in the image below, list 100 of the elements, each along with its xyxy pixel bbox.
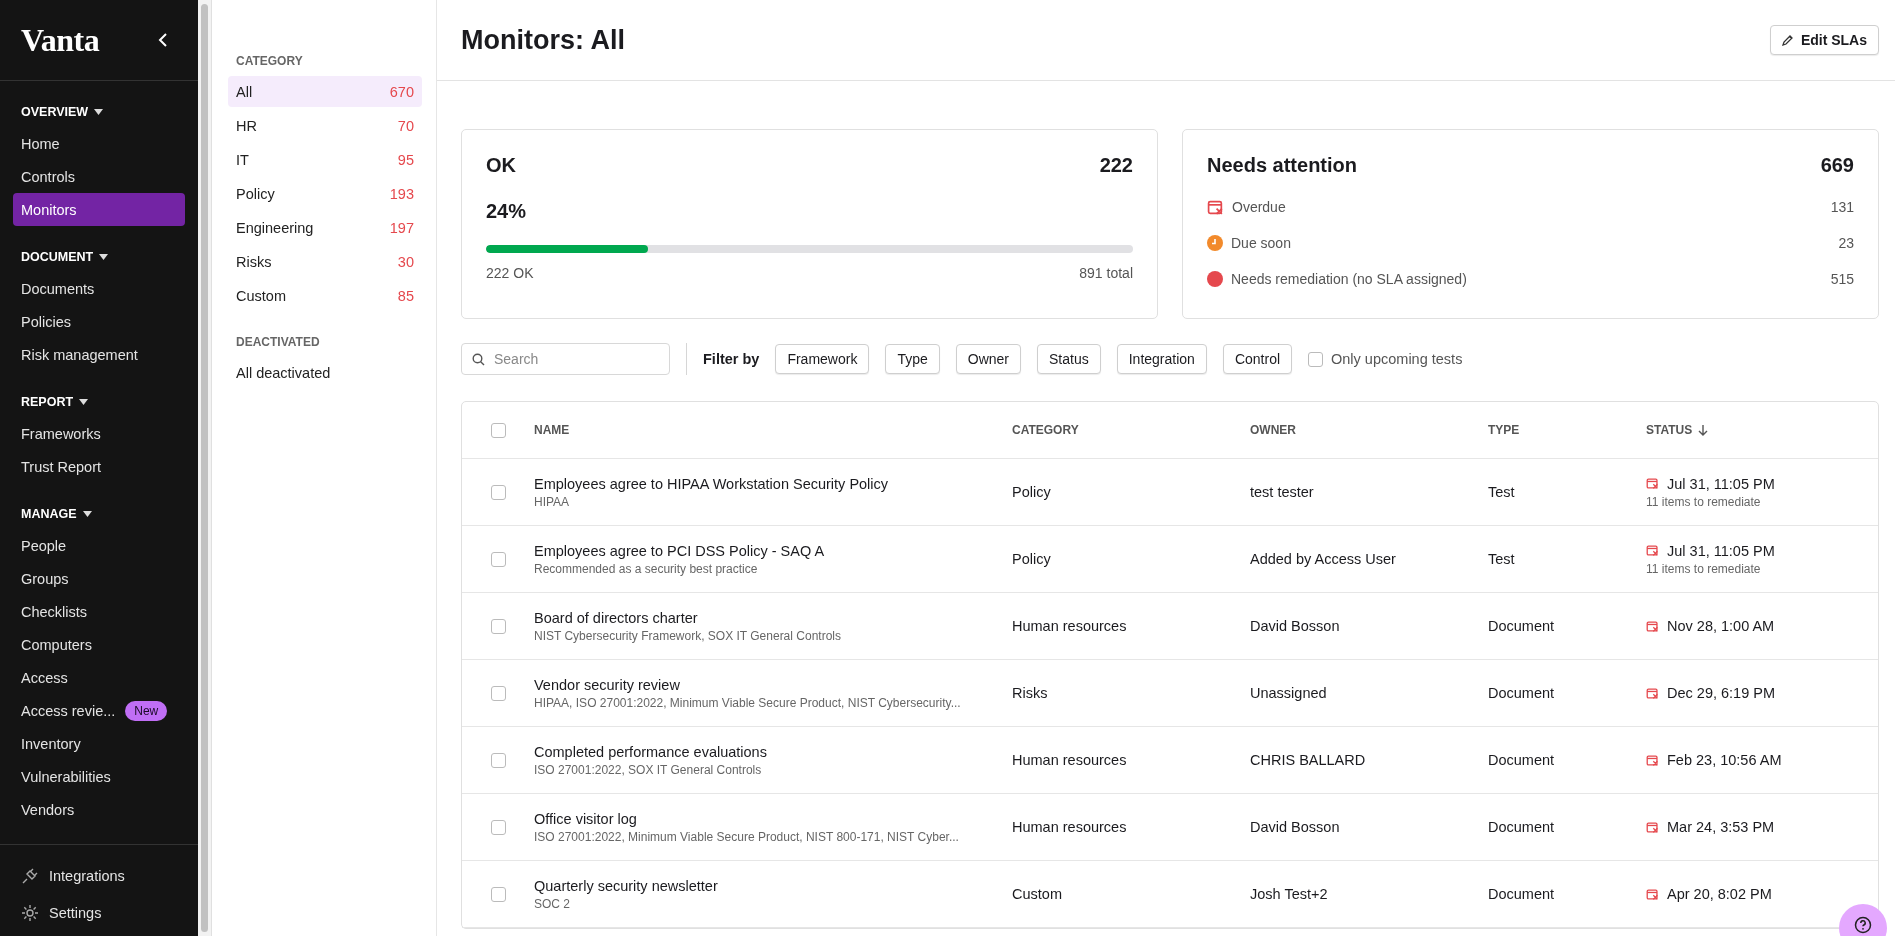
monitor-name[interactable]: Employees agree to PCI DSS Policy - SAQ A [534,542,1012,559]
nav-item[interactable]: Policies [13,305,185,338]
attention-count: 23 [1838,235,1854,251]
nav-item[interactable]: Vulnerabilities [13,760,185,793]
nav-item[interactable]: Trust Report [13,450,185,483]
status-date: Feb 23, 10:56 AM [1667,752,1782,768]
column-header[interactable]: TYPE [1488,423,1646,437]
category-count: 70 [397,117,414,134]
ok-percent: 24% [486,200,528,223]
category-item[interactable]: IT 95 [228,144,422,175]
monitor-name[interactable]: Employees agree to HIPAA Workstation Security Policy [534,475,1012,492]
owner-cell-text: CHRIS BALLARD [1250,752,1367,768]
column-header[interactable]: OWNER [1250,423,1488,437]
nav-item[interactable]: Computers [13,628,185,661]
monitor-name[interactable]: Completed performance evaluations [534,743,1012,760]
monitor-frameworks: ISO 27001:2022, Minimum Viable Secure Product, NIST 800-171, NIST Cyber... [534,829,960,844]
checkbox-label: Only upcoming tests [1331,351,1463,367]
group-title: DEACTIVATED [235,335,321,349]
section-title: REPORT [21,395,74,409]
attention-label: Overdue [1232,199,1286,215]
status-date: Mar 24, 3:53 PM [1667,819,1775,835]
filter-label: Filter by [703,351,760,367]
monitor-frameworks: HIPAA [534,494,571,509]
filter-button[interactable]: Status [1037,344,1101,374]
monitor-frameworks: Recommended as a security best practice [534,561,759,576]
category-item[interactable]: Policy 193 [228,178,422,209]
nav-item[interactable]: Home [13,127,185,160]
type-cell-text: Document [1488,819,1556,835]
category-cell-text: Human resources [1012,618,1128,634]
section-title: DOCUMENT [21,250,94,264]
monitor-name[interactable]: Office visitor log [534,810,1012,827]
type-cell-text: Document [1488,752,1556,768]
logo: Vanta [21,21,100,59]
nav-item[interactable]: Checklists [13,595,185,628]
column-header[interactable]: CATEGORY [1012,423,1250,437]
nav-item[interactable]: Integrations [13,859,185,892]
filter-button[interactable]: Control [1222,344,1293,374]
attention-label: Due soon [1231,235,1291,251]
category-count: 670 [389,83,414,100]
status-note: 11 items to remediate [1646,494,1762,509]
nav-item[interactable]: Groups [13,562,185,595]
filter-button[interactable]: Owner [955,344,1021,374]
category-cell-text: Risks [1012,685,1049,701]
category-item[interactable]: All 670 [228,76,422,107]
column-header[interactable]: STATUS [1646,423,1878,437]
owner-cell-text: David Bosson [1250,618,1341,634]
category-cell-text: Human resources [1012,752,1128,768]
status-date: Apr 20, 8:02 PM [1667,886,1772,902]
monitor-name[interactable]: Board of directors charter [534,609,1012,626]
nav-item[interactable]: Vendors [13,793,185,826]
monitor-name[interactable]: Quarterly security newsletter [534,877,1012,894]
category-cell-text: Human resources [1012,819,1128,835]
category-item[interactable]: Custom 85 [228,280,422,311]
section-title: MANAGE [21,507,77,521]
edit-slas-button[interactable]: Edit SLAs [1769,25,1879,55]
total-label: 891 total [1079,265,1133,281]
owner-cell-text: test tester [1250,484,1315,500]
filter-button[interactable]: Framework [775,344,870,374]
type-cell-text: Test [1488,484,1516,500]
category-item[interactable]: All deactivated [228,357,422,388]
nav-item[interactable]: Controls [13,160,185,193]
nav-item[interactable]: Inventory [13,727,185,760]
status-date: Dec 29, 6:19 PM [1667,685,1775,701]
nav-item[interactable]: Access revie... New [13,694,185,727]
owner-cell-text: Josh Test+2 [1250,886,1329,902]
nav-item[interactable]: Access [13,661,185,694]
card-count: 669 [1820,154,1854,177]
category-count: 95 [397,151,414,168]
card-title: OK [486,154,516,177]
column-header[interactable]: NAME [534,423,1012,437]
category-cell-text: Policy [1012,484,1052,500]
category-count: 193 [389,185,414,202]
card-title: Needs attention [1207,154,1358,177]
monitor-name[interactable]: Vendor security review [534,676,1012,693]
filter-button[interactable]: Integration [1116,344,1207,374]
new-badge: New [125,700,168,721]
category-count: 30 [397,253,414,270]
category-item[interactable]: Engineering 197 [228,212,422,243]
nav-item[interactable]: Settings [13,896,185,929]
owner-cell-text: David Bosson [1250,819,1341,835]
owner-cell-text: Unassigned [1250,685,1328,701]
type-cell-text: Document [1488,618,1556,634]
category-item[interactable]: HR 70 [228,110,422,141]
category-cell-text: Custom [1012,886,1063,902]
nav-item[interactable]: Frameworks [13,417,185,450]
nav-item[interactable]: Risk management [13,338,185,371]
monitor-frameworks: NIST Cybersecurity Framework, SOX IT General Controls [534,628,842,643]
filter-button[interactable]: Type [885,344,940,374]
attention-count: 515 [1830,271,1854,287]
monitor-frameworks: HIPAA, ISO 27001:2022, Minimum Viable Secure Product, NIST Cybersecurity... [534,695,962,710]
nav-item[interactable]: Documents [13,272,185,305]
category-count: 197 [389,219,414,236]
search-field[interactable]: Search [461,343,670,375]
type-cell-text: Test [1488,551,1516,567]
nav-item[interactable]: Monitors [13,193,185,226]
type-cell-text: Document [1488,886,1556,902]
category-item[interactable]: Risks 30 [228,246,422,277]
card-count: 222 [1099,154,1133,177]
nav-item[interactable]: People [13,529,185,562]
status-date: Jul 31, 11:05 PM [1667,475,1775,492]
